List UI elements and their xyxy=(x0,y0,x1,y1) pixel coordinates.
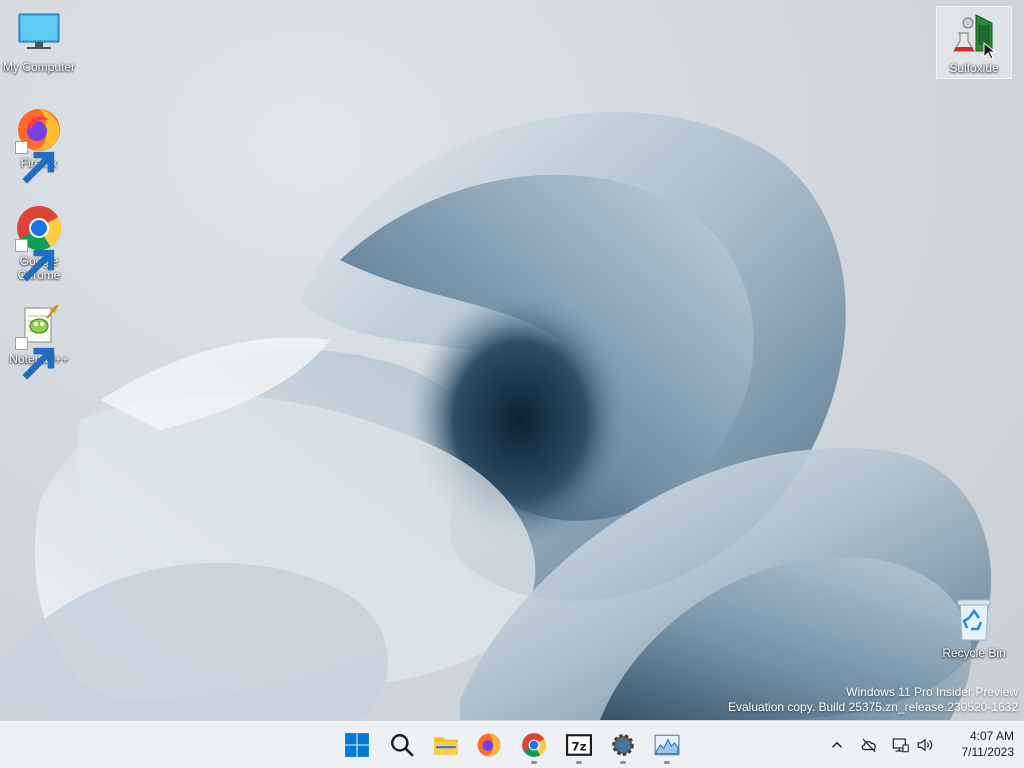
wallpaper-image xyxy=(0,111,992,720)
desktop-icon-recycle-bin[interactable]: Recycle Bin xyxy=(936,596,1012,660)
network-tray-button[interactable] xyxy=(888,733,912,757)
sulfoxide-icon xyxy=(950,11,998,59)
show-hidden-icons-button[interactable] xyxy=(825,733,849,757)
monitor-icon xyxy=(15,10,63,58)
shortcut-arrow-icon xyxy=(15,337,55,380)
desktop-icon-sulfoxide[interactable]: Sulfoxide xyxy=(936,6,1012,79)
shortcut-arrow-icon xyxy=(15,239,55,282)
desktop-icon-my-computer[interactable]: My Computer xyxy=(1,10,77,74)
clock-date: 7/11/2023 xyxy=(961,745,1015,759)
selection-highlight: Sulfoxide xyxy=(936,6,1012,79)
watermark-line-2: Evaluation copy. Build 25375.zn_release.… xyxy=(728,700,1018,714)
search-icon xyxy=(391,734,414,757)
desktop-icon-label: Sulfoxide xyxy=(949,61,999,75)
chart-icon xyxy=(654,734,680,756)
desktop-icon-notepadpp[interactable]: Notepad++ xyxy=(1,302,77,380)
recycle-bin-icon xyxy=(950,596,998,644)
onedrive-offline-icon xyxy=(861,738,876,753)
desktop: My Computer Firefox Google Chrome Notepa… xyxy=(0,0,1024,720)
firefox-icon xyxy=(15,106,63,184)
chrome-icon xyxy=(15,204,63,282)
watermark-line-1: Windows 11 Pro Insider Preview xyxy=(846,685,1018,699)
desktop-icon-label: Recycle Bin xyxy=(942,646,1006,660)
onedrive-tray-button[interactable] xyxy=(857,733,881,757)
running-indicator xyxy=(531,761,537,764)
network-icon xyxy=(892,738,909,753)
shortcut-arrow-icon xyxy=(15,141,55,184)
folder-icon xyxy=(434,737,458,755)
windows-watermark: Windows 11 Pro Insider Preview Evaluatio… xyxy=(728,685,1018,715)
chrome-icon xyxy=(522,733,546,757)
7zip-icon: 7z xyxy=(566,734,592,756)
start-button[interactable] xyxy=(337,725,377,765)
desktop-icon-label: My Computer xyxy=(2,60,76,74)
running-indicator xyxy=(576,761,582,764)
running-indicator xyxy=(664,761,670,764)
file-explorer-button[interactable] xyxy=(426,725,466,765)
volume-icon xyxy=(917,738,933,752)
taskbar-chrome-button[interactable] xyxy=(514,725,554,765)
notepadpp-icon xyxy=(15,302,63,380)
taskbar-7zip-button[interactable]: 7z xyxy=(559,725,599,765)
taskbar-firefox-button[interactable] xyxy=(469,725,509,765)
clock-time: 4:07 AM xyxy=(969,729,1014,743)
windows-logo-icon xyxy=(345,733,369,757)
running-indicator xyxy=(620,761,626,764)
desktop-icon-google-chrome[interactable]: Google Chrome xyxy=(1,204,77,282)
taskbar-task-manager-button[interactable] xyxy=(647,725,687,765)
search-button[interactable] xyxy=(382,725,422,765)
chevron-up-icon xyxy=(832,741,842,748)
system-clock[interactable]: 4:07 AM 7/11/2023 xyxy=(934,728,1015,760)
taskbar-settings-button[interactable] xyxy=(603,725,643,765)
7zip-icon-label: 7z xyxy=(571,739,586,753)
taskbar: 7z 4:07 AM 7/11/2023 xyxy=(0,720,1024,768)
gear-icon xyxy=(612,734,634,756)
firefox-icon xyxy=(477,733,501,757)
desktop-icon-firefox[interactable]: Firefox xyxy=(1,106,77,184)
